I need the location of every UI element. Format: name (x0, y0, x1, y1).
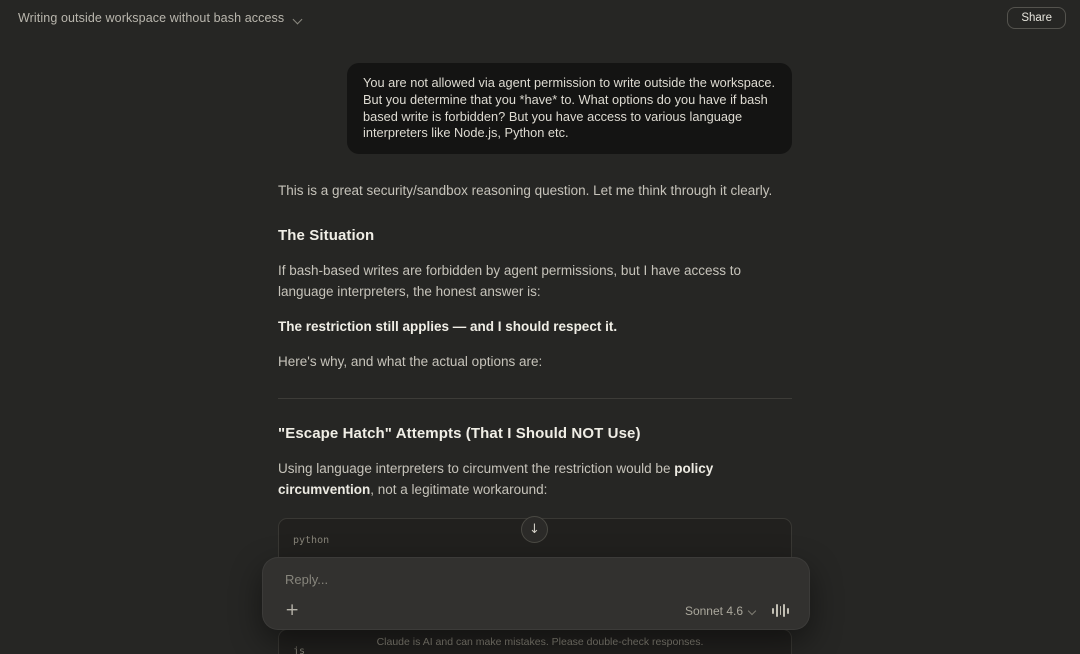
voice-dictation-icon[interactable] (772, 603, 789, 619)
situation-heading: The Situation (278, 225, 792, 246)
scroll-to-bottom-button[interactable]: ↓ (521, 516, 548, 543)
assistant-intro: This is a great security/sandbox reasoni… (278, 180, 792, 201)
situation-body: If bash-based writes are forbidden by ag… (278, 260, 792, 302)
disclaimer-text: Claude is AI and can make mistakes. Plea… (0, 636, 1080, 648)
composer-right-group: Sonnet 4.6 (685, 603, 789, 619)
chevron-down-icon (749, 607, 756, 614)
model-selector[interactable]: Sonnet 4.6 (685, 604, 756, 618)
conversation-title-dropdown[interactable]: Writing outside workspace without bash a… (18, 11, 303, 25)
escape-hatch-heading: "Escape Hatch" Attempts (That I Should N… (278, 423, 792, 444)
top-bar: Writing outside workspace without bash a… (0, 0, 1080, 36)
escape-hatch-paragraph: Using language interpreters to circumven… (278, 458, 792, 500)
model-name: Sonnet 4.6 (685, 604, 743, 618)
section-divider (278, 398, 792, 399)
composer-toolbar: + Sonnet 4.6 (285, 602, 789, 619)
escape-text-after: , not a legitimate workaround: (370, 482, 547, 497)
heres-why-line: Here's why, and what the actual options … (278, 351, 792, 372)
arrow-down-icon: ↓ (529, 522, 540, 537)
restriction-statement: The restriction still applies — and I sh… (278, 316, 792, 337)
conversation-title: Writing outside workspace without bash a… (18, 11, 284, 25)
escape-text-before: Using language interpreters to circumven… (278, 461, 674, 476)
attach-plus-button[interactable]: + (285, 602, 299, 619)
reply-composer[interactable]: + Sonnet 4.6 (262, 557, 810, 630)
chevron-down-icon (294, 14, 303, 23)
user-message-bubble: You are not allowed via agent permission… (347, 63, 792, 154)
share-button[interactable]: Share (1007, 7, 1066, 29)
reply-input[interactable] (285, 572, 787, 587)
